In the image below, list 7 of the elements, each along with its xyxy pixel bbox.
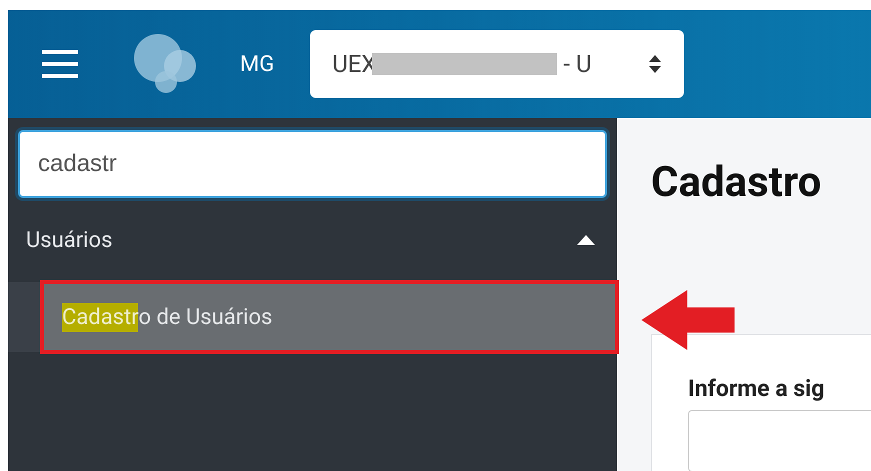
menu-group[interactable]: Usuários bbox=[8, 198, 617, 282]
user-initials: MG bbox=[240, 52, 274, 76]
input-field[interactable] bbox=[688, 410, 871, 471]
sort-caret-icon bbox=[648, 53, 662, 75]
page-title: Cadastro bbox=[651, 158, 822, 208]
menu-search-field[interactable]: cadastr bbox=[18, 130, 607, 198]
field-label: Informe a sig bbox=[688, 375, 826, 402]
